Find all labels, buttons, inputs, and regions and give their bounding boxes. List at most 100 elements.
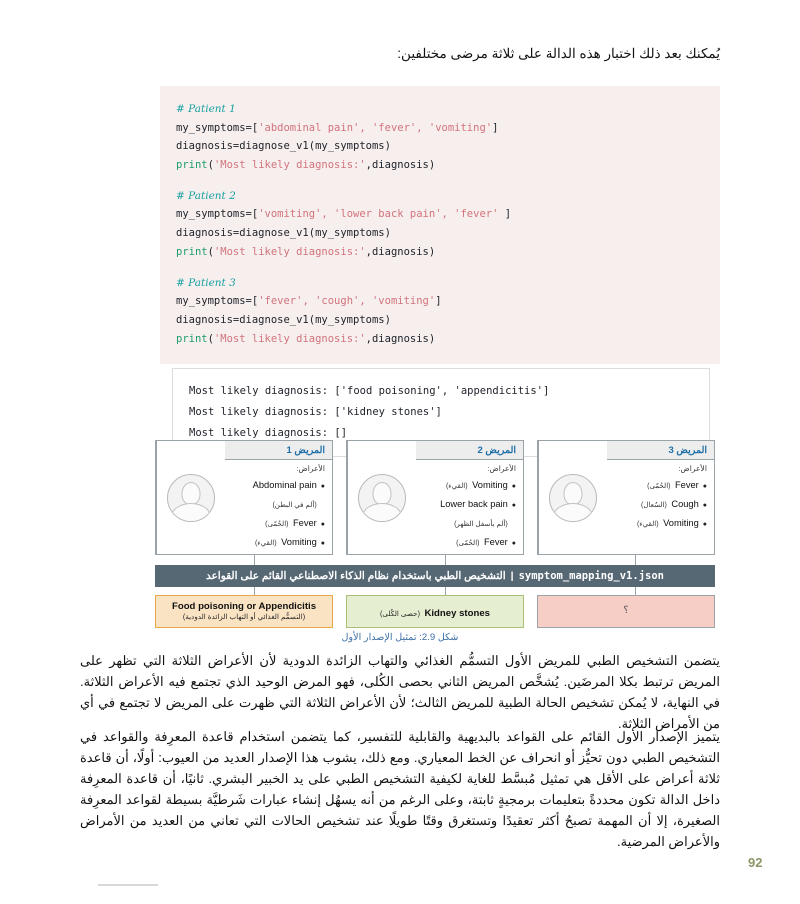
code-token: my_symptoms=[ <box>176 121 259 134</box>
symptom-en: Vomiting <box>472 480 508 490</box>
paragraph-1: يتضمن التشخيص الطبي للمريض الأول التسمُّ… <box>80 653 720 732</box>
diagnosis-unknown: ؟ <box>623 605 629 617</box>
symptom-ar: (ألم بأسفل الظهر) <box>454 519 508 528</box>
avatar-icon <box>358 473 406 522</box>
avatar-body <box>362 502 402 521</box>
bullet-icon: ● <box>702 483 707 490</box>
symptom-text: Cough (السُعال) <box>611 494 699 513</box>
patient-card-body: الأعراض: ● Abdominal pain (ألم في البطن) … <box>225 460 332 554</box>
output-line: Most likely diagnosis: ['kidney stones'] <box>189 406 442 418</box>
symptom-ar: (الحُمّى) <box>456 538 480 547</box>
symptom-en: Fever <box>293 517 317 528</box>
code-line: diagnosis=diagnose_v1(my_symptoms) <box>176 313 391 326</box>
symptom-en: Lower back pain <box>440 498 508 509</box>
avatar-body <box>171 502 211 521</box>
bullet-icon: ● <box>702 520 707 528</box>
diagnosis-line: Kidney stones (حصى الكُلى) <box>380 602 490 622</box>
diagnosis-ar: (التسمُّم الغذائي أو التهاب الزائدة الدو… <box>182 611 306 621</box>
symptom-item: ● Vomiting (القيء) <box>229 532 325 551</box>
code-token: print <box>176 245 208 258</box>
rule-engine-file: symptom_mapping_v1.json <box>518 570 664 582</box>
symptom-text: Vomiting (القيء) <box>420 475 508 494</box>
code-token: my_symptoms=[ <box>176 295 259 308</box>
connector-lines-top <box>155 555 715 565</box>
avatar-body <box>553 502 593 521</box>
code-comment-patient-2: # Patient 2 <box>176 189 236 202</box>
page-number: 92 <box>748 855 763 870</box>
avatar-head <box>181 481 201 505</box>
symptom-ar: (ألم في البطن) <box>272 500 317 509</box>
code-comment-patient-3: # Patient 3 <box>176 276 236 289</box>
symptom-ar: (القيء) <box>445 482 468 490</box>
bullet-icon: ● <box>320 539 325 547</box>
bullet-icon: ● <box>511 501 516 509</box>
code-token: ] <box>435 295 442 308</box>
symptom-ar: (القيء) <box>636 519 659 528</box>
code-token: my_symptoms=[ <box>176 208 259 221</box>
symptom-item: ● Abdominal pain (ألم في البطن) <box>229 475 325 513</box>
page: يُمكنك بعد ذلك اختبار هذه الدالة على ثلا… <box>0 0 800 904</box>
code-token: ,diagnosis) <box>365 245 436 258</box>
avatar-icon <box>549 473 597 522</box>
patient-avatar-cell <box>538 441 607 554</box>
code-spacer <box>176 175 704 187</box>
patient-avatar-cell <box>156 441 225 554</box>
code-line: print('Most likely diagnosis:',diagnosis… <box>176 243 704 262</box>
patient-card-header: المريض 3 <box>607 441 714 460</box>
patient-info: المريض 2 الأعراض: ● Vomiting (القيء) ● L… <box>416 441 523 554</box>
symptom-text: Fever (الحُمّى) <box>611 475 699 494</box>
symptom-item: ● Fever (الحُمّى) <box>420 532 516 551</box>
code-token: ] <box>492 121 499 134</box>
code-line: my_symptoms=['abdominal pain', 'fever', … <box>176 119 704 138</box>
diagnosis-result-box: ؟ <box>537 595 715 628</box>
avatar-head <box>372 481 392 505</box>
symptom-ar: (الحُمّى) <box>265 519 289 528</box>
rule-engine-title: التشخيص الطبي باستخدام نظام الذكاء الاصط… <box>206 570 506 582</box>
code-token: 'vomiting', 'lower back pain', 'fever' <box>258 208 499 221</box>
patient-card-header: المريض 1 <box>225 441 332 460</box>
symptom-en: Abdominal pain <box>252 480 317 490</box>
diagnosis-result-box: Kidney stones (حصى الكُلى) <box>346 595 524 628</box>
rule-engine-separator: | <box>510 570 514 582</box>
patient-card: المريض 1 الأعراض: ● Abdominal pain (ألم ف… <box>155 440 333 555</box>
code-token: 'abdominal pain', 'fever', 'vomiting' <box>258 121 493 134</box>
symptom-item: ● Fever (الحُمّى) <box>611 475 707 494</box>
code-token: ,diagnosis) <box>365 332 436 345</box>
symptom-text: Vomiting (القيء) <box>229 532 317 551</box>
code-token: ,diagnosis) <box>365 159 436 172</box>
symptom-en: Fever <box>675 480 699 490</box>
symptom-text: Fever (الحُمّى) <box>420 532 508 551</box>
symptom-en: Cough <box>671 498 699 509</box>
code-token: 'Most likely diagnosis:' <box>213 332 366 345</box>
patient-card: المريض 3 الأعراض: ● Fever (الحُمّى) ● Co… <box>537 440 715 555</box>
bullet-icon: ● <box>320 483 325 490</box>
code-token: ] <box>498 208 512 221</box>
code-line: diagnosis=diagnose_v1(my_symptoms) <box>176 140 391 153</box>
avatar-icon <box>167 473 215 522</box>
symptom-text: Abdominal pain (ألم في البطن) <box>229 475 317 513</box>
code-token: 'Most likely diagnosis:' <box>213 245 366 258</box>
symptom-en: Vomiting <box>281 536 317 547</box>
patient-card-header: المريض 2 <box>416 441 523 460</box>
code-line: print('Most likely diagnosis:',diagnosis… <box>176 156 704 175</box>
code-line: my_symptoms=['vomiting', 'lower back pai… <box>176 205 704 224</box>
output-line: Most likely diagnosis: ['food poisoning'… <box>189 385 550 397</box>
code-comment-patient-1: # Patient 1 <box>176 103 236 115</box>
code-token: 'Most likely diagnosis:' <box>213 159 366 172</box>
symptom-ar: (القيء) <box>254 538 277 547</box>
symptom-ar: (الحُمّى) <box>647 482 671 490</box>
intro-text: يُمكنك بعد ذلك اختبار هذه الدالة على ثلا… <box>397 46 720 61</box>
symptom-item: ● Vomiting (القيء) <box>420 475 516 494</box>
bullet-icon: ● <box>702 501 707 509</box>
symptoms-label: الأعراض: <box>487 464 516 473</box>
code-spacer <box>176 262 704 274</box>
figure-caption: شكل 2.9: تمثيل الإصدار الأول <box>341 632 459 643</box>
diagram-figure: المريض 1 الأعراض: ● Abdominal pain (ألم ف… <box>155 440 715 635</box>
connector-line <box>254 555 255 565</box>
margin-rule <box>98 884 158 886</box>
paragraph-2: يتميز الإصدار الأول القائم على القواعد ب… <box>80 729 720 850</box>
code-block: # Patient 1 my_symptoms=['abdominal pain… <box>160 86 720 365</box>
bullet-icon: ● <box>511 539 516 547</box>
symptom-item: ● Fever (الحُمّى) <box>229 513 325 532</box>
symptoms-label: الأعراض: <box>296 464 325 473</box>
